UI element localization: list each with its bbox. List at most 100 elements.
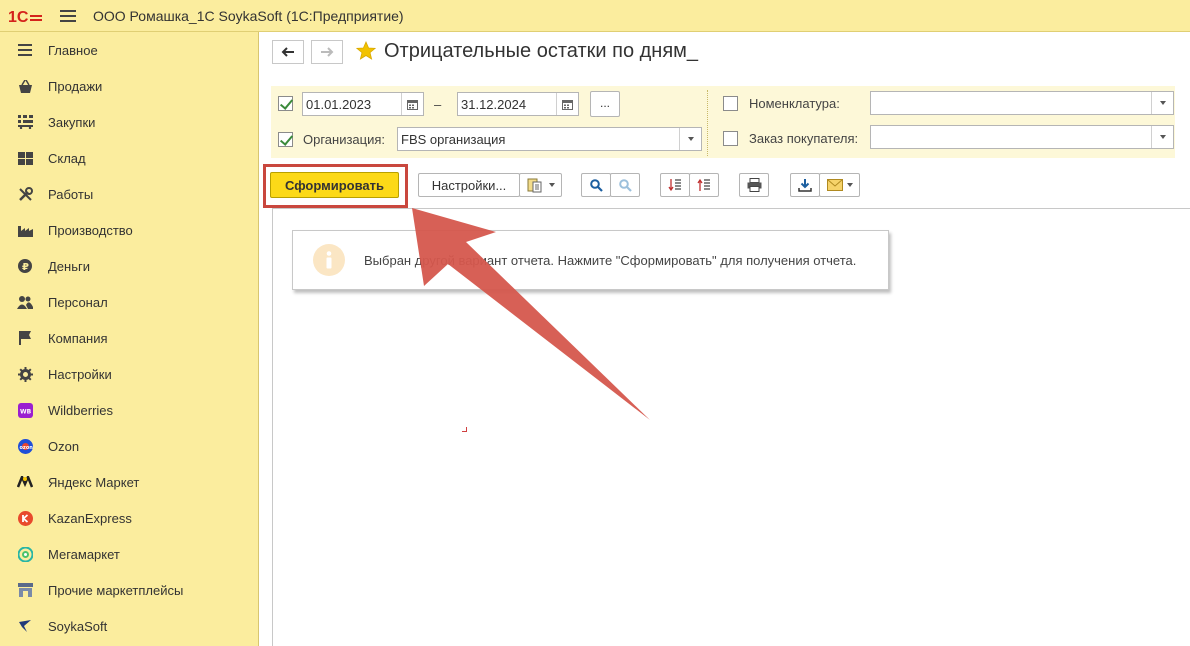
sidebar-item-label: Wildberries <box>48 402 114 418</box>
sidebar-item-label: SoykaSoft <box>48 618 108 634</box>
chevron-down-icon[interactable] <box>1151 92 1173 114</box>
sidebar-item-company[interactable]: Компания <box>0 320 258 356</box>
title-bar: 1С ООО Ромашка_1С SoykaSoft (1С:Предприя… <box>0 0 1190 32</box>
sidebar-item-money[interactable]: ₽ Деньги <box>0 248 258 284</box>
1c-logo-icon[interactable]: 1С <box>8 6 46 26</box>
info-icon <box>313 244 345 276</box>
list-icon <box>17 42 33 58</box>
sidebar-item-label: Работы <box>48 186 94 202</box>
svg-text:1С: 1С <box>8 9 29 24</box>
sidebar-item-soykasoft[interactable]: SoykaSoft <box>0 608 258 644</box>
cart-icon <box>17 114 33 130</box>
print-button[interactable] <box>739 173 769 197</box>
date-from-field[interactable]: 01.01.2023 <box>302 92 424 116</box>
sidebar-item-purchases[interactable]: Закупки <box>0 104 258 140</box>
sidebar: Главное Продажи Закупки Склад Работы Про… <box>0 32 259 646</box>
report-variants-icon <box>527 178 541 193</box>
factory-icon <box>17 222 33 238</box>
sidebar-item-ozon[interactable]: ozon Ozon <box>0 428 258 464</box>
ruble-coin-icon: ₽ <box>17 258 33 274</box>
sidebar-item-production[interactable]: Производство <box>0 212 258 248</box>
sidebar-item-label: KazanExpress <box>48 510 132 526</box>
calendar-icon[interactable] <box>401 93 423 115</box>
sidebar-item-label: Персонал <box>48 294 108 310</box>
chevron-down-icon[interactable] <box>1151 126 1173 148</box>
search-reset-icon <box>618 178 632 192</box>
date-to-value: 31.12.2024 <box>461 96 527 112</box>
calendar-icon[interactable] <box>556 93 578 115</box>
collapse-groups-button[interactable] <box>689 173 719 197</box>
choose-period-button[interactable]: ... <box>590 91 620 117</box>
soykasoft-icon <box>17 618 33 634</box>
search-reset-button[interactable] <box>610 173 640 197</box>
app-title: ООО Ромашка_1С SoykaSoft (1С:Предприятие… <box>93 7 404 24</box>
sidebar-item-label: Продажи <box>48 78 103 94</box>
sidebar-item-settings[interactable]: Настройки <box>0 356 258 392</box>
star-icon[interactable] <box>355 40 377 64</box>
sidebar-item-yandex-market[interactable]: Яндекс Маркет <box>0 464 258 500</box>
wildberries-icon: WB <box>17 402 33 418</box>
page-title: Отрицательные остатки по дням_ <box>384 40 699 62</box>
expand-groups-button[interactable] <box>660 173 690 197</box>
yandex-market-icon <box>17 474 33 490</box>
sidebar-item-label: Яндекс Маркет <box>48 474 140 490</box>
sidebar-item-main[interactable]: Главное <box>0 32 258 68</box>
sidebar-item-other-marketplaces[interactable]: Прочие маркетплейсы <box>0 572 258 608</box>
arrow-right-icon <box>321 47 334 57</box>
sidebar-item-works[interactable]: Работы <box>0 176 258 212</box>
expand-groups-icon <box>668 179 681 192</box>
sidebar-item-wildberries[interactable]: WB Wildberries <box>0 392 258 428</box>
basket-icon <box>17 78 33 94</box>
hamburger-menu-icon[interactable] <box>60 9 76 22</box>
sidebar-item-label: Закупки <box>48 114 96 130</box>
back-button[interactable] <box>272 40 304 64</box>
printer-icon <box>747 178 761 192</box>
search-button[interactable] <box>581 173 611 197</box>
warehouse-grid-icon <box>17 150 33 166</box>
sidebar-item-kazanexpress[interactable]: KazanExpress <box>0 500 258 536</box>
sidebar-item-label: Деньги <box>48 258 90 274</box>
megamarket-icon <box>17 546 33 562</box>
save-button[interactable] <box>790 173 820 197</box>
send-email-button[interactable] <box>819 173 860 197</box>
customer-order-field[interactable] <box>870 125 1174 149</box>
settings-button-label: Настройки... <box>431 177 507 193</box>
forward-button[interactable] <box>311 40 343 64</box>
sidebar-item-label: Главное <box>48 42 98 58</box>
flag-icon <box>17 330 33 346</box>
sidebar-item-label: Склад <box>48 150 86 166</box>
sidebar-item-staff[interactable]: Персонал <box>0 284 258 320</box>
settings-button[interactable]: Настройки... <box>418 173 520 197</box>
chevron-down-icon[interactable] <box>679 128 701 150</box>
annotation-highlight-box <box>263 164 408 208</box>
svg-text:WB: WB <box>20 408 32 415</box>
organization-field[interactable]: FBS организация <box>397 127 702 151</box>
info-message-text: Выбран другой вариант отчета. Нажмите "С… <box>364 252 857 268</box>
organization-checkbox[interactable] <box>278 132 293 147</box>
nomenclature-checkbox[interactable] <box>723 96 738 111</box>
period-checkbox[interactable] <box>278 96 293 111</box>
report-variants-button[interactable] <box>519 173 562 197</box>
sidebar-item-warehouse[interactable]: Склад <box>0 140 258 176</box>
tools-icon <box>17 186 33 202</box>
info-message: Выбран другой вариант отчета. Нажмите "С… <box>292 230 889 290</box>
svg-text:₽: ₽ <box>22 262 29 273</box>
sidebar-item-megamarket[interactable]: Мегамаркет <box>0 536 258 572</box>
gear-icon <box>17 366 33 382</box>
date-to-field[interactable]: 31.12.2024 <box>457 92 579 116</box>
sidebar-item-label: Компания <box>48 330 108 346</box>
marketplaces-icon <box>17 582 33 598</box>
filter-divider <box>707 90 708 156</box>
people-icon <box>17 294 33 310</box>
date-range-dash: – <box>434 97 442 112</box>
envelope-icon <box>826 179 843 191</box>
kazanexpress-icon <box>17 510 33 526</box>
sidebar-item-sales[interactable]: Продажи <box>0 68 258 104</box>
svg-text:ozon: ozon <box>19 445 33 451</box>
date-from-value: 01.01.2023 <box>306 96 372 112</box>
sidebar-item-label: Производство <box>48 222 133 238</box>
sidebar-item-label: Ozon <box>48 438 80 454</box>
download-icon <box>798 179 812 192</box>
customer-order-checkbox[interactable] <box>723 131 738 146</box>
nomenclature-field[interactable] <box>870 91 1174 115</box>
